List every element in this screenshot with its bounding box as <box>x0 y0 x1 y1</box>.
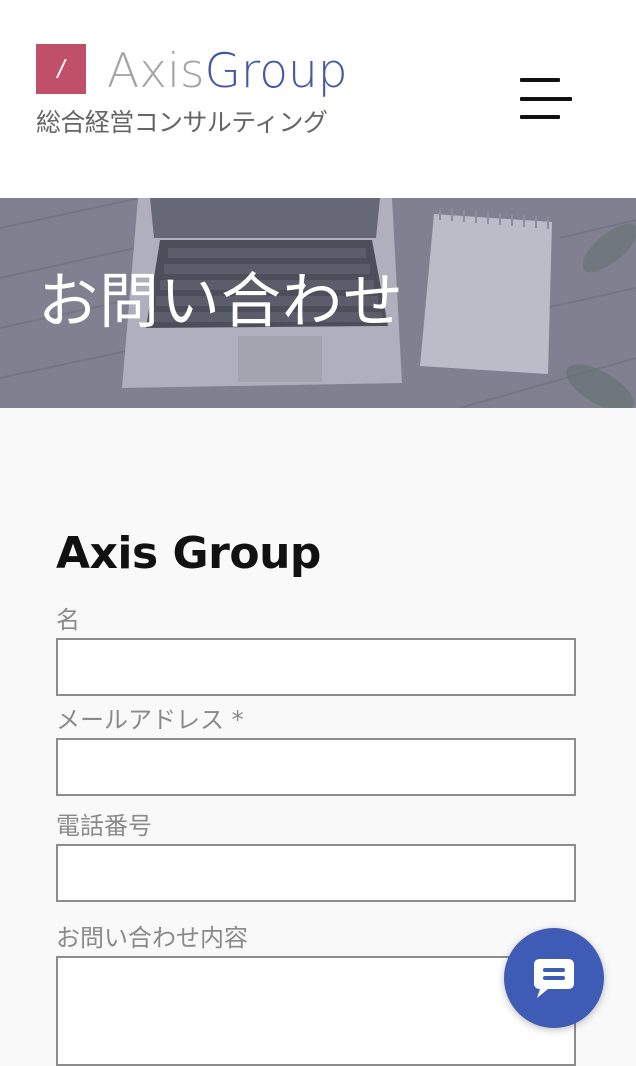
hero-title: お問い合わせ <box>38 267 404 337</box>
name-label: 名 <box>56 606 80 634</box>
site-header: / AxisGroup 総合経営コンサルティング <box>0 0 636 198</box>
phone-field[interactable] <box>56 844 576 902</box>
message-label: お問い合わせ内容 <box>56 924 248 952</box>
form-title: Axis Group <box>56 528 321 579</box>
message-field[interactable] <box>56 956 576 1066</box>
logo-mark[interactable]: / <box>36 44 86 94</box>
email-label: メールアドレス * <box>56 706 244 734</box>
brand-name-axis: Axis <box>107 44 205 99</box>
menu-line <box>520 97 572 101</box>
menu-line <box>520 115 560 119</box>
hamburger-menu-icon[interactable] <box>514 72 578 126</box>
chat-button[interactable] <box>504 928 604 1028</box>
name-field[interactable] <box>56 638 576 696</box>
email-field[interactable] <box>56 738 576 796</box>
brand-tagline: 総合経営コンサルティング <box>36 108 328 137</box>
phone-label: 電話番号 <box>56 812 152 840</box>
brand-name[interactable]: AxisGroup <box>107 40 348 104</box>
brand-name-group: Group <box>204 44 348 99</box>
chat-bubble-icon <box>534 959 574 998</box>
menu-line <box>520 78 560 82</box>
